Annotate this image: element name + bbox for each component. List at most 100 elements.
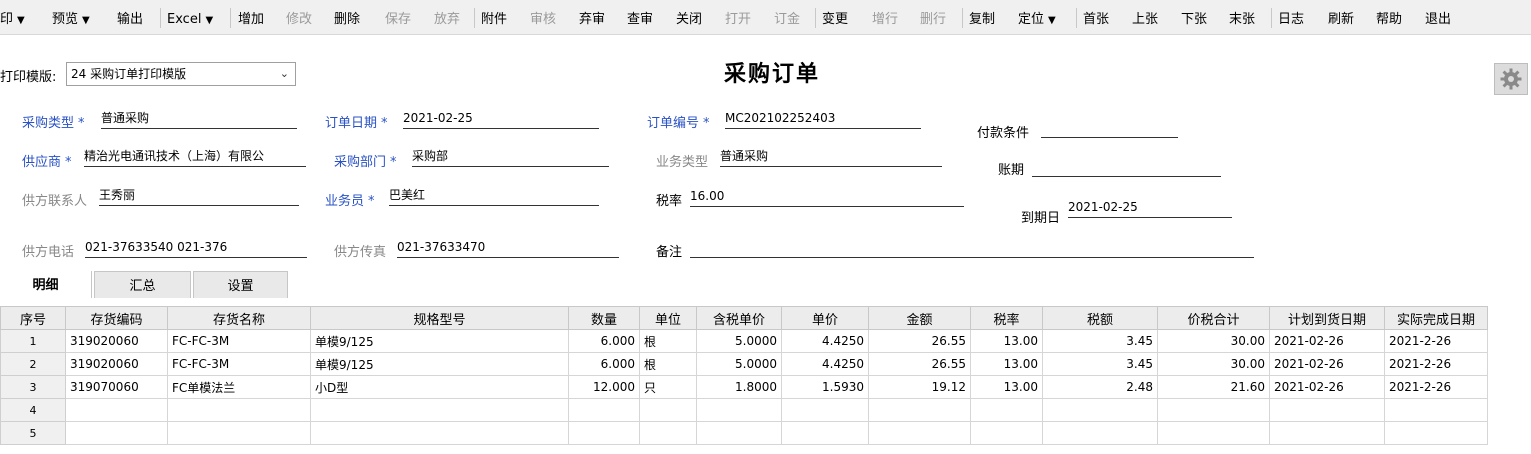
order-number-field[interactable]: MC202102252403	[725, 110, 921, 129]
settings-gear-button[interactable]	[1494, 63, 1528, 95]
table-cell[interactable]	[696, 421, 782, 445]
add-button[interactable]: 增加	[238, 0, 264, 34]
export-button[interactable]: 输出	[117, 0, 143, 34]
column-header[interactable]: 单位	[639, 306, 697, 330]
table-cell[interactable]: 13.00	[970, 352, 1043, 376]
table-cell[interactable]: 3.45	[1042, 329, 1158, 353]
purchase-type-field[interactable]: 普通采购	[101, 110, 297, 129]
column-header[interactable]: 含税单价	[696, 306, 782, 330]
table-cell[interactable]	[868, 421, 971, 445]
column-header[interactable]: 价税合计	[1157, 306, 1270, 330]
column-header[interactable]: 金额	[868, 306, 971, 330]
previous-record-button[interactable]: 上张	[1132, 0, 1158, 34]
copy-button[interactable]: 复制	[969, 0, 995, 34]
table-cell[interactable]: 319020060	[65, 352, 168, 376]
column-header[interactable]: 数量	[568, 306, 640, 330]
supplier-contact-field[interactable]: 王秀丽	[99, 187, 299, 206]
table-cell[interactable]: 小D型	[310, 375, 569, 399]
table-cell[interactable]	[868, 398, 971, 422]
table-cell[interactable]: 12.000	[568, 375, 640, 399]
table-cell[interactable]: 30.00	[1157, 352, 1270, 376]
save-button[interactable]: 保存	[385, 0, 411, 34]
table-cell[interactable]	[568, 398, 640, 422]
last-record-button[interactable]: 末张	[1229, 0, 1255, 34]
salesperson-field[interactable]: 巴美红	[389, 187, 599, 206]
modify-button[interactable]: 修改	[286, 0, 312, 34]
table-cell[interactable]: 单模9/125	[310, 329, 569, 353]
attachment-button[interactable]: 附件	[481, 0, 507, 34]
table-cell[interactable]: FC-FC-3M	[167, 352, 311, 376]
tab-detail[interactable]: 明细	[0, 271, 92, 298]
table-cell[interactable]	[167, 398, 311, 422]
table-cell[interactable]: 单模9/125	[310, 352, 569, 376]
print-button[interactable]: 印 ▼	[0, 0, 25, 34]
table-cell[interactable]: 319070060	[65, 375, 168, 399]
table-row[interactable]: 2 319020060 FC-FC-3M 单模9/125 6.000 根 5.0000 4.4…	[0, 352, 1488, 376]
payment-terms-field[interactable]	[1041, 119, 1178, 138]
table-cell[interactable]: 2021-2-26	[1384, 375, 1488, 399]
refresh-button[interactable]: 刷新	[1328, 0, 1354, 34]
table-cell[interactable]	[568, 421, 640, 445]
deposit-button[interactable]: 订金	[774, 0, 800, 34]
first-record-button[interactable]: 首张	[1083, 0, 1109, 34]
table-cell[interactable]: 2021-2-26	[1384, 329, 1488, 353]
locate-button[interactable]: 定位 ▼	[1018, 0, 1056, 34]
next-record-button[interactable]: 下张	[1181, 0, 1207, 34]
table-cell[interactable]	[1042, 398, 1158, 422]
table-row[interactable]: 4	[0, 398, 1488, 422]
table-cell[interactable]: 21.60	[1157, 375, 1270, 399]
log-button[interactable]: 日志	[1278, 0, 1304, 34]
table-cell[interactable]	[65, 398, 168, 422]
dropdown-arrow-icon[interactable]: ▼	[205, 15, 213, 26]
table-cell[interactable]: 2021-02-26	[1269, 352, 1385, 376]
business-type-field[interactable]: 普通采购	[720, 148, 942, 167]
change-button[interactable]: 变更	[822, 0, 848, 34]
table-cell[interactable]: 5.0000	[696, 352, 782, 376]
table-cell[interactable]: 319020060	[65, 329, 168, 353]
column-header[interactable]: 存货编码	[65, 306, 168, 330]
tab-summary[interactable]: 汇总	[94, 271, 191, 298]
unapprove-button[interactable]: 弃审	[579, 0, 605, 34]
table-cell[interactable]: 5.0000	[696, 329, 782, 353]
chevron-down-icon[interactable]: ⌄	[280, 63, 289, 85]
table-cell[interactable]: 6.000	[568, 352, 640, 376]
table-cell[interactable]: 根	[639, 352, 697, 376]
table-cell[interactable]	[1157, 421, 1270, 445]
supplier-field[interactable]: 精治光电通讯技术（上海）有限公	[84, 148, 306, 167]
order-date-field[interactable]: 2021-02-25	[403, 110, 599, 129]
table-cell[interactable]	[781, 398, 869, 422]
table-cell[interactable]	[1269, 398, 1385, 422]
check-approval-button[interactable]: 查审	[627, 0, 653, 34]
table-cell[interactable]: 26.55	[868, 329, 971, 353]
column-header[interactable]: 实际完成日期	[1384, 306, 1488, 330]
column-header[interactable]: 单价	[781, 306, 869, 330]
table-cell[interactable]: FC单模法兰	[167, 375, 311, 399]
table-cell[interactable]: 4.4250	[781, 352, 869, 376]
column-header[interactable]: 税额	[1042, 306, 1158, 330]
column-header[interactable]: 计划到货日期	[1269, 306, 1385, 330]
dropdown-arrow-icon[interactable]: ▼	[1048, 15, 1056, 26]
table-cell[interactable]: 2021-02-26	[1269, 375, 1385, 399]
table-row[interactable]: 1 319020060 FC-FC-3M 单模9/125 6.000 根 5.0000 4.4…	[0, 329, 1488, 353]
approve-button[interactable]: 审核	[530, 0, 556, 34]
table-cell[interactable]	[1269, 421, 1385, 445]
print-template-select[interactable]: 24 采购订单打印模版 ⌄	[66, 62, 296, 86]
table-cell[interactable]: 1.8000	[696, 375, 782, 399]
table-cell[interactable]	[639, 398, 697, 422]
due-date-field[interactable]: 2021-02-25	[1068, 199, 1232, 218]
table-cell[interactable]	[1384, 421, 1488, 445]
table-cell[interactable]: 3.45	[1042, 352, 1158, 376]
table-cell[interactable]	[970, 421, 1043, 445]
table-cell[interactable]	[970, 398, 1043, 422]
column-header[interactable]: 序号	[0, 306, 66, 330]
table-cell[interactable]: 30.00	[1157, 329, 1270, 353]
table-cell[interactable]: 根	[639, 329, 697, 353]
table-row[interactable]: 5	[0, 421, 1488, 445]
table-cell[interactable]: 只	[639, 375, 697, 399]
table-cell[interactable]	[310, 398, 569, 422]
open-button[interactable]: 打开	[725, 0, 751, 34]
table-cell[interactable]: 6.000	[568, 329, 640, 353]
help-button[interactable]: 帮助	[1376, 0, 1402, 34]
dropdown-arrow-icon[interactable]: ▼	[82, 15, 90, 26]
table-cell[interactable]	[1157, 398, 1270, 422]
